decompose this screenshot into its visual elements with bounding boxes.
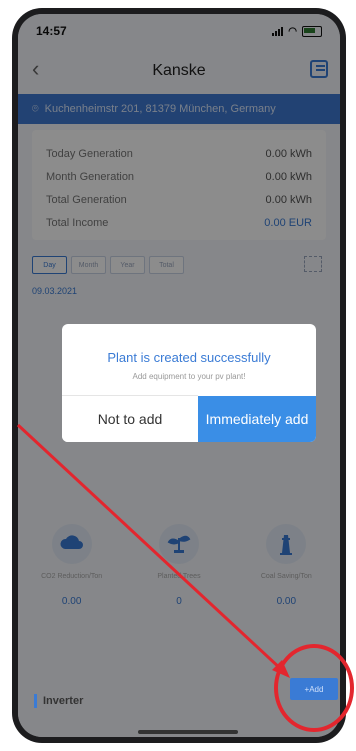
inverter-label: Inverter xyxy=(43,695,84,707)
add-inverter-button[interactable]: +Add xyxy=(290,678,338,700)
section-marker xyxy=(34,694,37,708)
dialog-subtitle: Add equipment to your pv plant! xyxy=(132,372,246,381)
not-to-add-button[interactable]: Not to add xyxy=(62,395,198,442)
phone-frame: 14:57 ◠ ‹ Kanske ⌾ Kuchenheimstr 201, 81… xyxy=(12,8,346,743)
inverter-section-header: Inverter xyxy=(34,694,83,708)
immediately-add-button[interactable]: Immediately add xyxy=(198,396,316,442)
home-indicator xyxy=(138,730,238,734)
app-screen: 14:57 ◠ ‹ Kanske ⌾ Kuchenheimstr 201, 81… xyxy=(18,14,340,737)
plant-created-dialog: Plant is created successfully Add equipm… xyxy=(62,324,316,442)
dialog-title: Plant is created successfully xyxy=(107,350,271,365)
